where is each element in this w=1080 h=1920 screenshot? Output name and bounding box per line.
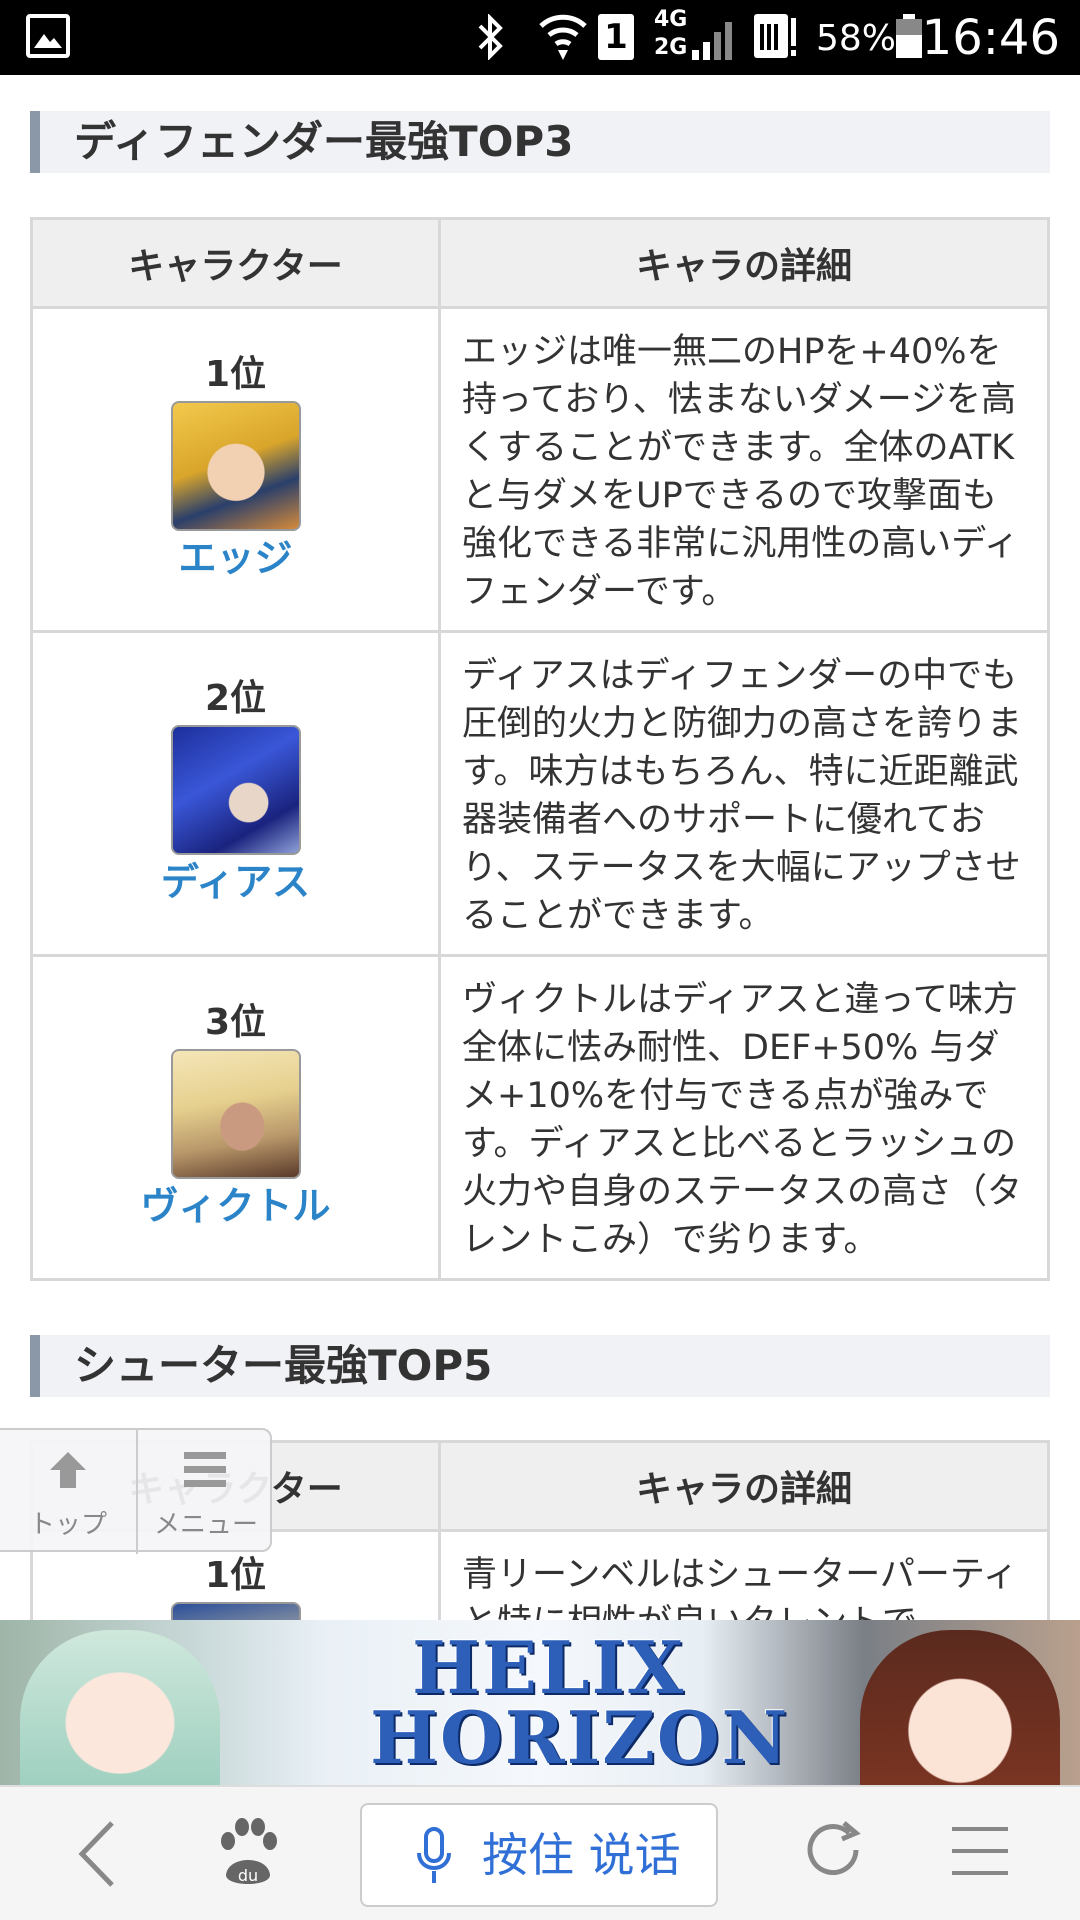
defender-ranking-table: キャラクター キャラの詳細 1位 エッジ エッジは唯一無二のHPを+40%を持っ… [30, 217, 1050, 1281]
column-header-character: キャラクター [30, 217, 441, 309]
hamburger-menu-icon[interactable] [950, 1825, 1010, 1877]
character-description: エッジは唯一無二のHPを+40%を持っており、怯まないダメージを高くすることがで… [462, 332, 1019, 612]
character-name-link[interactable]: ディアス [34, 857, 437, 907]
column-header-details: キャラの詳細 [438, 1440, 1050, 1532]
section-title: ディフェンダー最強TOP3 [74, 117, 574, 166]
character-portrait-edge[interactable] [170, 401, 301, 531]
battery-icon [896, 14, 922, 58]
rank-label: 1位 [204, 354, 267, 395]
detail-cell: エッジは唯一無二のHPを+40%を持っており、怯まないダメージを高くすることがで… [438, 306, 1050, 633]
clock: 16:46 [921, 10, 1060, 66]
character-name-link[interactable]: エッジ [34, 533, 437, 583]
network-type-top: 4G [654, 7, 688, 32]
mic-icon [417, 1827, 451, 1883]
browser-toolbar: du 按住 说话 [0, 1785, 1080, 1920]
rank-label: 1位 [204, 1555, 267, 1596]
voice-input-label: 按住 说话 [482, 1828, 681, 1882]
scroll-top-label: トップ [28, 1510, 107, 1540]
back-arrow-icon[interactable] [74, 1819, 118, 1889]
column-header-details: キャラの詳細 [438, 217, 1050, 309]
svg-text:du: du [238, 1866, 258, 1885]
table-header-row: キャラクター キャラの詳細 [30, 217, 1050, 309]
character-portrait-dias[interactable] [170, 725, 301, 855]
section-heading-shooter: シューター最強TOP5 [30, 1335, 1050, 1397]
detail-cell: ディアスはディフェンダーの中でも圧倒的火力と防御力の高さを誇ります。味方はもちろ… [438, 630, 1050, 957]
character-portrait-victor[interactable] [170, 1049, 301, 1179]
bluetooth-icon [478, 14, 503, 60]
floating-nav: トップ メニュー [0, 1428, 274, 1554]
table-row: 3位 ヴィクトル ヴィクトルはディアスと違って味方全体に怯み耐性、DEF+50%… [30, 954, 1050, 1281]
banner-logo-line2: HORIZON [370, 1695, 790, 1780]
battery-percent: 58% [816, 18, 897, 59]
character-portrait[interactable] [170, 1602, 301, 1620]
refresh-icon[interactable] [800, 1817, 866, 1883]
voice-input-button[interactable]: 按住 说话 [360, 1803, 718, 1907]
scroll-top-button[interactable]: トップ [0, 1430, 136, 1554]
data-sim-icon [754, 14, 796, 58]
rank-label: 3位 [204, 1002, 267, 1043]
network-type-bottom: 2G [654, 35, 688, 60]
detail-cell: 青リーンベルはシューターパーティと特に相性が良いタレントで [438, 1529, 1050, 1620]
character-cell: 3位 ヴィクトル [30, 954, 441, 1281]
character-cell: 1位 エッジ [30, 306, 441, 633]
character-description: ディアスはディフェンダーの中でも圧倒的火力と防御力の高さを誇ります。味方はもちろ… [462, 656, 1023, 936]
ad-banner[interactable]: HELIX HORIZON [0, 1620, 1080, 1785]
menu-button[interactable]: メニュー [138, 1430, 274, 1554]
wifi-icon [539, 14, 587, 60]
sim-card-icon: 1 [598, 14, 634, 60]
menu-icon [184, 1452, 226, 1487]
rank-label: 2位 [204, 678, 267, 719]
character-description: 青リーンベルはシューターパーティと特に相性が良いタレントで [462, 1555, 1018, 1620]
up-arrow-icon [50, 1452, 86, 1488]
menu-label: メニュー [153, 1510, 258, 1540]
banner-left-character [20, 1630, 220, 1785]
detail-cell: ヴィクトルはディアスと違って味方全体に怯み耐性、DEF+50% 与ダメ+10%を… [438, 954, 1050, 1281]
baidu-paw-icon[interactable]: du [214, 1815, 282, 1889]
status-bar: 1 4G 2G 58% 16:46 [0, 0, 1080, 75]
banner-right-character [860, 1630, 1060, 1785]
signal-icon [692, 22, 732, 60]
sim-slot-label: 1 [604, 17, 628, 57]
image-icon [26, 14, 70, 58]
section-title: シューター最強TOP5 [74, 1341, 493, 1390]
section-heading-defender: ディフェンダー最強TOP3 [30, 111, 1050, 173]
character-description: ヴィクトルはディアスと違って味方全体に怯み耐性、DEF+50% 与ダメ+10%を… [462, 980, 1023, 1260]
character-name-link[interactable]: ヴィクトル [34, 1181, 437, 1231]
table-row: 2位 ディアス ディアスはディフェンダーの中でも圧倒的火力と防御力の高さを誇りま… [30, 630, 1050, 957]
character-cell: 2位 ディアス [30, 630, 441, 957]
table-row: 1位 エッジ エッジは唯一無二のHPを+40%を持っており、怯まないダメージを高… [30, 306, 1050, 633]
